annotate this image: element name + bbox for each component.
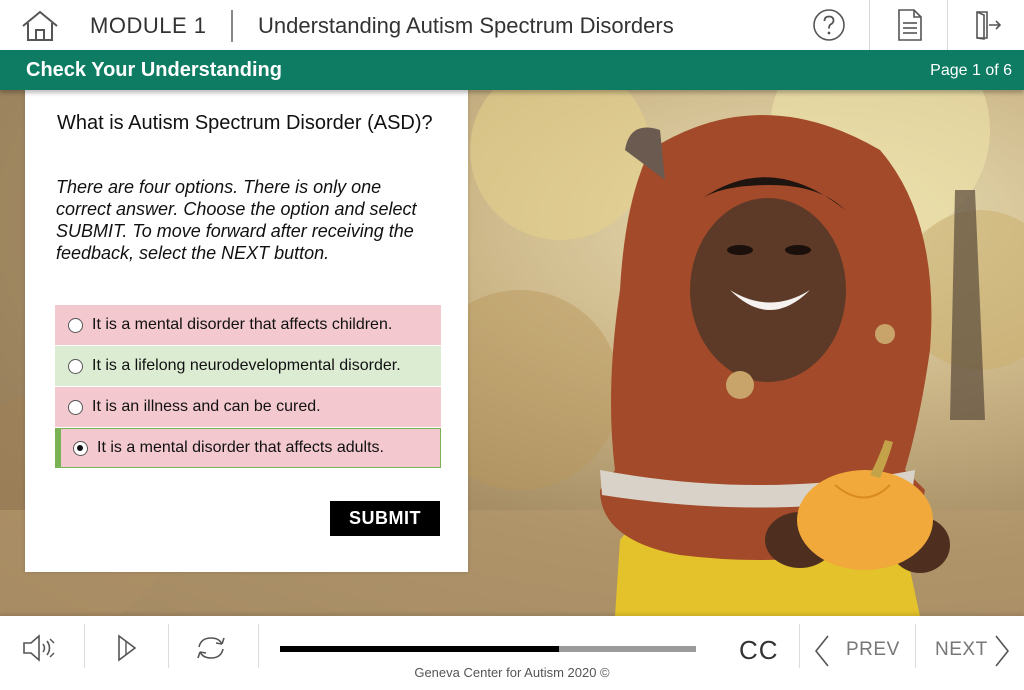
exit-button[interactable] xyxy=(967,0,1011,50)
radio-button[interactable] xyxy=(68,358,83,374)
play-button[interactable] xyxy=(104,628,150,668)
replay-icon xyxy=(197,637,225,659)
control-separator xyxy=(799,624,800,668)
page-indicator: Page 1 of 6 xyxy=(930,62,1012,79)
progress-bar[interactable] xyxy=(280,646,696,652)
chevron-right-icon xyxy=(995,635,1010,667)
resources-button[interactable] xyxy=(888,0,932,50)
title-divider xyxy=(231,10,233,42)
instructions-text: There are four options. There is only on… xyxy=(56,177,417,263)
answer-option-label: It is a mental disorder that affects adu… xyxy=(97,439,384,456)
audio-button[interactable] xyxy=(16,628,62,668)
answer-option[interactable]: It is an illness and can be cured. xyxy=(55,387,441,427)
radio-button-selected[interactable] xyxy=(73,440,88,456)
answer-option-label: It is a mental disorder that affects chi… xyxy=(92,316,393,333)
submit-button[interactable]: SUBMIT xyxy=(330,501,440,536)
footer-copyright: Geneva Center for Autism 2020 © xyxy=(414,665,610,680)
audio-icon xyxy=(23,634,55,662)
next-button[interactable]: NEXT xyxy=(935,639,988,661)
progress-fill xyxy=(280,646,559,652)
player-controls: CC PREV NEXT Geneva Center for Autism 20… xyxy=(0,616,1024,690)
help-icon xyxy=(813,9,845,41)
answer-option[interactable]: It is a mental disorder that affects chi… xyxy=(55,305,441,345)
answer-option-selected[interactable]: It is a mental disorder that affects adu… xyxy=(55,428,441,468)
control-separator xyxy=(915,624,916,668)
home-button[interactable] xyxy=(18,8,62,44)
course-title: Understanding Autism Spectrum Disorders xyxy=(258,13,674,38)
replay-button[interactable] xyxy=(188,628,234,668)
help-button[interactable] xyxy=(808,0,850,50)
play-icon xyxy=(118,634,137,662)
answer-option[interactable]: It is a lifelong neurodevelopmental diso… xyxy=(55,346,441,386)
question-text: What is Autism Spectrum Disorder (ASD)? xyxy=(57,112,433,134)
top-bar: MODULE 1 Understanding Autism Spectrum D… xyxy=(0,0,1024,50)
control-separator xyxy=(84,624,85,668)
toolbar-separator xyxy=(869,0,870,50)
prev-button[interactable]: PREV xyxy=(846,639,900,661)
section-title: Check Your Understanding xyxy=(26,59,282,81)
radio-button[interactable] xyxy=(68,399,83,415)
control-separator xyxy=(258,624,259,668)
toolbar-separator xyxy=(947,0,948,50)
document-icon xyxy=(898,9,922,41)
control-separator xyxy=(168,624,169,668)
exit-icon xyxy=(976,11,1002,40)
closed-captions-button[interactable]: CC xyxy=(739,635,779,666)
question-card: What is Autism Spectrum Disorder (ASD)? … xyxy=(25,90,468,572)
chevron-left-icon xyxy=(814,635,829,667)
answer-option-label: It is an illness and can be cured. xyxy=(92,398,321,415)
section-bar: Check Your Understanding Page 1 of 6 xyxy=(0,50,1024,90)
answer-option-label: It is a lifelong neurodevelopmental diso… xyxy=(92,357,401,374)
home-icon xyxy=(22,10,58,41)
radio-button[interactable] xyxy=(68,317,83,333)
module-label: MODULE 1 xyxy=(90,13,207,38)
